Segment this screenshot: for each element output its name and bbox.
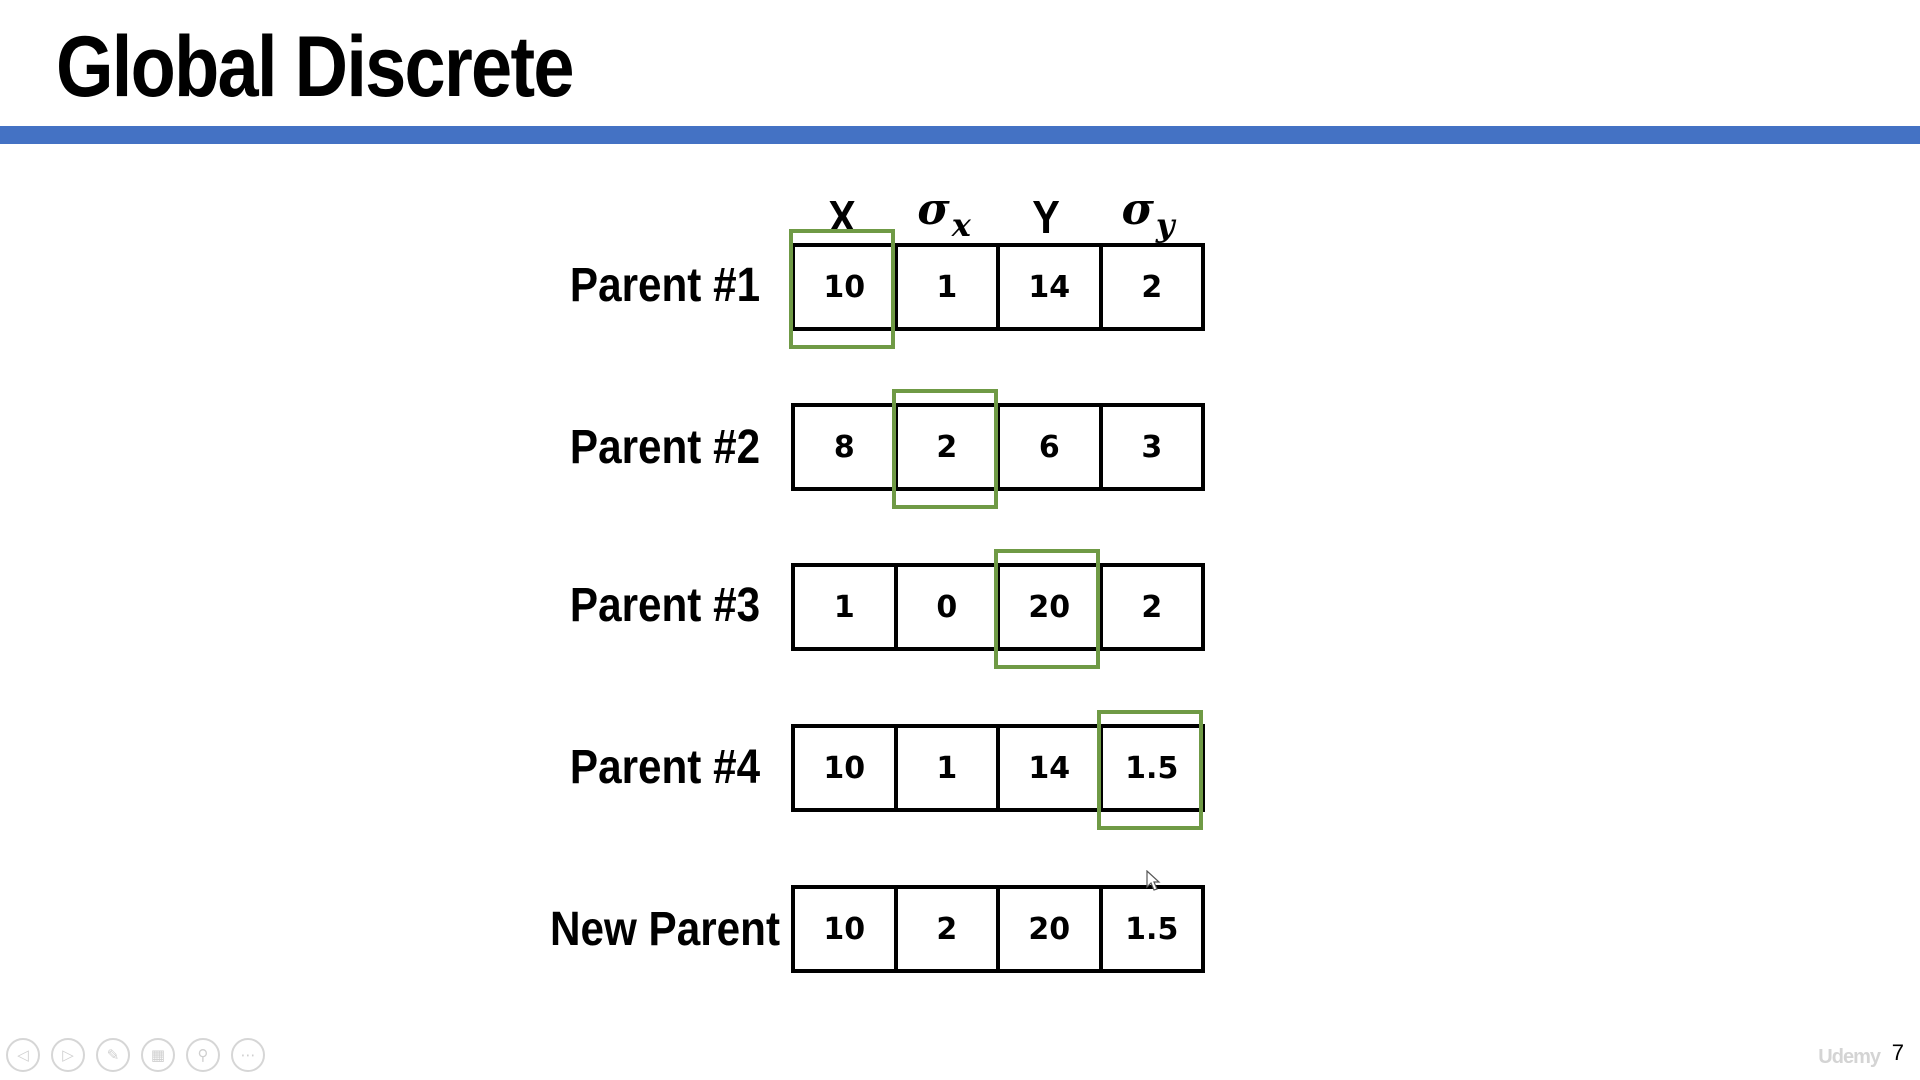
sigma-subscript: y [1155,206,1175,244]
gene-cell: 10 [795,728,898,808]
selected-gene-highlight [891,389,998,509]
magnifier-icon: ⚲ [197,1046,209,1064]
gene-cell: 1 [795,567,898,647]
gene-cell: 1 [898,247,1000,327]
previous-slide-button[interactable]: ◁ [6,1038,40,1072]
gene-cell: 1.5 [1125,911,1179,947]
row-label-parent-1: Parent #1 [569,259,761,312]
pen-tool-button[interactable]: ✎ [96,1038,130,1072]
gene-cell: 3 [1141,429,1163,465]
presentation-toolbar: ◁ ▷ ✎ ▦ ⚲ ⋯ [6,1038,265,1072]
pen-icon: ✎ [106,1046,120,1064]
sigma-symbol: σ [917,184,950,235]
selected-gene-highlight [994,549,1100,669]
sigma-subscript: x [951,206,971,244]
mouse-cursor-icon [1146,870,1161,891]
gene-cell: 10 [795,889,898,969]
column-header-y: Y [1032,191,1060,243]
gene-cell: 20 [1000,889,1103,969]
row-label-parent-3: Parent #3 [569,579,761,632]
gene-row-parent-2: 8 2 6 3 [791,403,1205,491]
column-header-sigma-y: σy [1097,184,1199,244]
slide: Global Discrete X σx Y σy Parent #1 10 1… [0,0,1920,1080]
gene-cell: 2 [1141,589,1163,625]
gene-cell: 0 [898,567,1000,647]
gene-cell: 8 [795,407,898,487]
gene-cell: 1 [898,728,1000,808]
gene-cell: 14 [1000,728,1103,808]
row-label-parent-2: Parent #2 [569,421,761,474]
gene-cell: 2 [1141,269,1163,305]
column-header-sigma-x: σx [893,184,995,244]
grid-icon: ▦ [150,1046,166,1064]
selected-gene-highlight [1096,710,1203,830]
zoom-button[interactable]: ⚲ [186,1038,220,1072]
see-all-slides-button[interactable]: ▦ [141,1038,175,1072]
row-label-new-parent: New Parent [549,903,781,956]
gene-row-new-parent: 10 2 20 1.5 [791,885,1205,973]
arrow-left-icon: ◁ [17,1046,29,1064]
more-options-button[interactable]: ⋯ [231,1038,265,1072]
title-rule [0,126,1920,144]
gene-cell: 6 [1000,407,1103,487]
more-icon: ⋯ [240,1046,256,1064]
next-slide-button[interactable]: ▷ [51,1038,85,1072]
udemy-watermark: Udemy [1818,1046,1881,1068]
arrow-right-icon: ▷ [62,1046,74,1064]
slide-number: 7 [1891,1040,1904,1065]
selected-gene-highlight [789,229,895,349]
row-label-parent-4: Parent #4 [569,741,761,794]
gene-cell: 14 [1000,247,1103,327]
slide-title: Global Discrete [56,19,574,115]
gene-cell: 2 [898,889,1000,969]
sigma-symbol: σ [1121,184,1154,235]
